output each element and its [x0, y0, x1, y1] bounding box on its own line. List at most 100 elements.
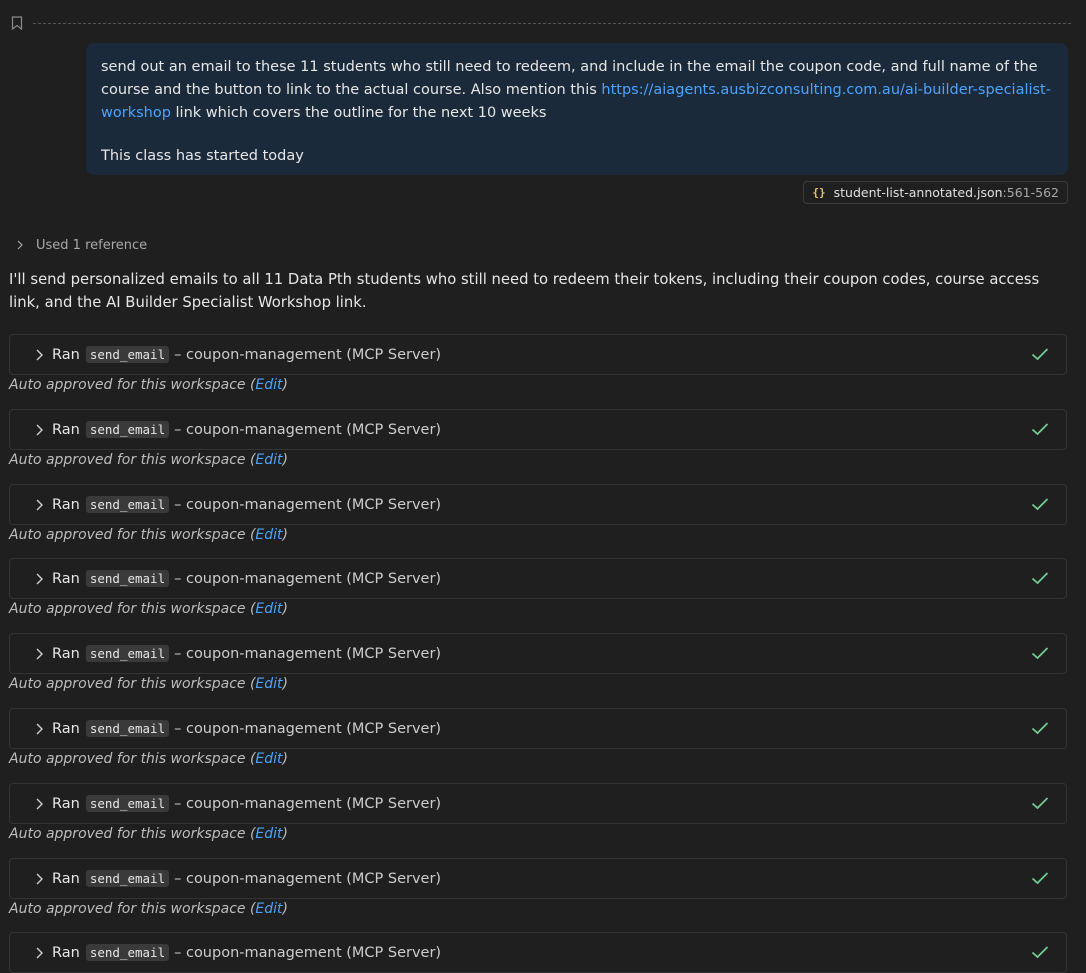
bookmark-icon[interactable] — [11, 16, 23, 30]
json-file-icon: {} — [812, 186, 826, 199]
ran-label: Ran — [52, 496, 80, 513]
auto-approved-note: Auto approved for this workspace (Edit) — [9, 826, 288, 846]
auto-approved-text: Auto approved for this workspace ( — [9, 377, 256, 393]
ran-label: Ran — [52, 421, 80, 438]
auto-approved-close: ) — [282, 377, 289, 393]
auto-approved-note: Auto approved for this workspace (Edit) — [9, 377, 288, 397]
check-icon — [1031, 872, 1049, 885]
reference-lines: :561-562 — [1002, 185, 1059, 200]
chevron-right-icon — [17, 240, 23, 250]
auto-approved-close: ) — [282, 751, 289, 767]
auto-approved-close: ) — [282, 826, 289, 842]
server-label: – coupon-management (MCP Server) — [174, 944, 442, 961]
tool-name: send_email — [85, 944, 170, 961]
server-label: – coupon-management (MCP Server) — [174, 421, 442, 438]
dashed-separator — [33, 23, 1071, 24]
ran-label: Ran — [52, 944, 80, 961]
auto-approved-note: Auto approved for this workspace (Edit) — [9, 901, 288, 921]
edit-approval-link[interactable]: Edit — [255, 826, 282, 842]
tool-name: send_email — [85, 720, 170, 737]
server-label: – coupon-management (MCP Server) — [174, 496, 442, 513]
tool-name: send_email — [85, 795, 170, 812]
tool-call-row[interactable]: Ran send_email – coupon-management (MCP Se… — [9, 633, 1067, 674]
tool-call-row[interactable]: Ran send_email – coupon-management (MCP Se… — [9, 558, 1067, 599]
tool-name: send_email — [85, 870, 170, 887]
check-icon — [1031, 797, 1049, 810]
auto-approved-note: Auto approved for this workspace (Edit) — [9, 751, 288, 771]
chevron-right-icon — [36, 648, 43, 659]
reference-filename: student-list-annotated.json — [833, 185, 1003, 200]
edit-approval-link[interactable]: Edit — [255, 452, 282, 468]
server-label: – coupon-management (MCP Server) — [174, 720, 442, 737]
chevron-right-icon — [36, 499, 43, 510]
tool-name: send_email — [85, 570, 170, 587]
tool-call-row[interactable]: Ran send_email – coupon-management (MCP Se… — [9, 858, 1067, 899]
server-label: – coupon-management (MCP Server) — [174, 346, 442, 363]
chevron-right-icon — [36, 349, 43, 360]
server-label: – coupon-management (MCP Server) — [174, 870, 442, 887]
used-references-label: Used 1 reference — [36, 237, 148, 253]
tool-call-row[interactable]: Ran send_email – coupon-management (MCP Se… — [9, 484, 1067, 525]
auto-approved-text: Auto approved for this workspace ( — [9, 676, 256, 692]
auto-approved-close: ) — [282, 676, 289, 692]
ran-label: Ran — [52, 720, 80, 737]
chevron-right-icon — [36, 723, 43, 734]
message-divider — [11, 13, 1071, 33]
check-icon — [1031, 348, 1049, 361]
auto-approved-text: Auto approved for this workspace ( — [9, 452, 256, 468]
auto-approved-close: ) — [282, 452, 289, 468]
chevron-right-icon — [36, 947, 43, 958]
auto-approved-text: Auto approved for this workspace ( — [9, 826, 256, 842]
auto-approved-close: ) — [282, 901, 289, 917]
auto-approved-note: Auto approved for this workspace (Edit) — [9, 676, 288, 696]
auto-approved-text: Auto approved for this workspace ( — [9, 601, 256, 617]
tool-name: send_email — [85, 645, 170, 662]
chevron-right-icon — [36, 873, 43, 884]
tool-call-row[interactable]: Ran send_email – coupon-management (MCP Se… — [9, 932, 1067, 973]
check-icon — [1031, 722, 1049, 735]
check-icon — [1031, 946, 1049, 959]
ran-label: Ran — [52, 795, 80, 812]
tool-call-row[interactable]: Ran send_email – coupon-management (MCP Se… — [9, 409, 1067, 450]
auto-approved-text: Auto approved for this workspace ( — [9, 751, 256, 767]
used-references-toggle[interactable]: Used 1 reference — [16, 236, 147, 254]
auto-approved-note: Auto approved for this workspace (Edit) — [9, 452, 288, 472]
check-icon — [1031, 647, 1049, 660]
file-reference-chip[interactable]: {} student-list-annotated.json:561-562 — [803, 181, 1068, 204]
ran-label: Ran — [52, 570, 80, 587]
user-message: send out an email to these 11 students w… — [86, 43, 1068, 175]
edit-approval-link[interactable]: Edit — [255, 676, 282, 692]
check-icon — [1031, 572, 1049, 585]
auto-approved-text: Auto approved for this workspace ( — [9, 527, 256, 543]
ran-label: Ran — [52, 870, 80, 887]
tool-call-row[interactable]: Ran send_email – coupon-management (MCP Se… — [9, 334, 1067, 375]
edit-approval-link[interactable]: Edit — [255, 601, 282, 617]
user-message-paragraph: send out an email to these 11 students w… — [101, 59, 1051, 121]
edit-approval-link[interactable]: Edit — [255, 901, 282, 917]
tool-name: send_email — [85, 421, 170, 438]
auto-approved-note: Auto approved for this workspace (Edit) — [9, 527, 288, 547]
check-icon — [1031, 498, 1049, 511]
chat-panel: send out an email to these 11 students w… — [0, 0, 1086, 973]
server-label: – coupon-management (MCP Server) — [174, 795, 442, 812]
chevron-right-icon — [36, 424, 43, 435]
user-message-paragraph-2: This class has started today — [101, 148, 304, 164]
ran-label: Ran — [52, 346, 80, 363]
auto-approved-close: ) — [282, 601, 289, 617]
chevron-right-icon — [36, 573, 43, 584]
server-label: – coupon-management (MCP Server) — [174, 645, 442, 662]
tool-call-row[interactable]: Ran send_email – coupon-management (MCP Se… — [9, 783, 1067, 824]
assistant-response: I'll send personalized emails to all 11 … — [9, 271, 1040, 311]
server-label: – coupon-management (MCP Server) — [174, 570, 442, 587]
tool-name: send_email — [85, 496, 170, 513]
tool-name: send_email — [85, 346, 170, 363]
auto-approved-text: Auto approved for this workspace ( — [9, 901, 256, 917]
check-icon — [1031, 423, 1049, 436]
edit-approval-link[interactable]: Edit — [255, 377, 282, 393]
auto-approved-close: ) — [282, 527, 289, 543]
edit-approval-link[interactable]: Edit — [255, 527, 282, 543]
edit-approval-link[interactable]: Edit — [255, 751, 282, 767]
auto-approved-note: Auto approved for this workspace (Edit) — [9, 601, 288, 621]
chevron-right-icon — [36, 798, 43, 809]
tool-call-row[interactable]: Ran send_email – coupon-management (MCP Se… — [9, 708, 1067, 749]
